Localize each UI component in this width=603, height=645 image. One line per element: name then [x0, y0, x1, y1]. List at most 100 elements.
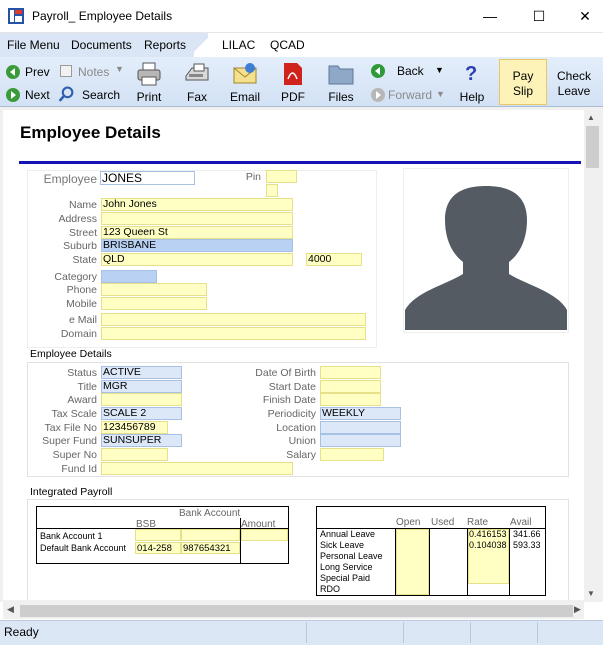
- help-button[interactable]: Help: [456, 90, 488, 104]
- bsb-field-default[interactable]: 014-258: [135, 542, 181, 554]
- bank-table-col-divider: [240, 518, 241, 564]
- check-leave-button[interactable]: Check: [552, 69, 596, 83]
- pdf-button[interactable]: PDF: [277, 90, 309, 104]
- page-title: Employee Details: [20, 123, 161, 142]
- print-button[interactable]: Print: [133, 90, 165, 104]
- leave-open-column-fields[interactable]: [396, 529, 429, 595]
- app-icon: [8, 8, 24, 24]
- postcode-field[interactable]: 4000: [306, 253, 362, 266]
- prev-button[interactable]: Prev: [25, 65, 50, 79]
- mobile-field[interactable]: [101, 297, 207, 310]
- payslip-label-line1: Pay: [512, 69, 534, 83]
- phone-field[interactable]: [101, 283, 207, 296]
- forward-arrow-icon: [371, 88, 385, 102]
- account-field-default[interactable]: 987654321: [181, 542, 240, 554]
- menu-file[interactable]: File Menu: [7, 38, 60, 52]
- super-fund-field[interactable]: SUNSUPER: [101, 434, 182, 447]
- menu-reports[interactable]: Reports: [144, 38, 186, 52]
- status-field[interactable]: ACTIVE: [101, 366, 182, 379]
- scroll-left-icon[interactable]: ◀: [7, 604, 14, 615]
- category-label: Category: [54, 271, 97, 283]
- email-button[interactable]: Email: [226, 90, 264, 104]
- back-dropdown-icon[interactable]: ▼: [435, 65, 444, 75]
- finish-date-field[interactable]: [320, 393, 381, 406]
- location-label: Location: [276, 422, 316, 434]
- address-field[interactable]: [101, 212, 293, 225]
- pdf-icon: [284, 63, 302, 85]
- tax-scale-label: Tax Scale: [51, 408, 97, 420]
- tax-scale-field[interactable]: SCALE 2: [101, 407, 182, 420]
- fund-id-label: Fund Id: [61, 463, 97, 475]
- files-button[interactable]: Files: [324, 90, 358, 104]
- super-fund-label: Super Fund: [42, 435, 97, 447]
- avail-header: Avail: [510, 517, 532, 528]
- annual-rate-value: 0.416153: [469, 529, 507, 539]
- scroll-down-icon[interactable]: ▼: [587, 589, 595, 598]
- bsb-field-1[interactable]: [135, 529, 181, 541]
- notes-checkbox-icon: [60, 65, 72, 77]
- domain-label: Domain: [60, 328, 97, 340]
- minimize-button[interactable]: —: [467, 0, 513, 32]
- vertical-scrollbar[interactable]: [584, 110, 601, 600]
- suburb-field[interactable]: BRISBANE: [101, 239, 293, 252]
- forward-dropdown-icon[interactable]: ▼: [436, 89, 445, 99]
- mobile-label: Mobile: [66, 298, 97, 310]
- leave-row-long-service: Long Service: [320, 562, 373, 572]
- leave-col-divider-2: [429, 528, 430, 596]
- vertical-scroll-thumb[interactable]: [586, 126, 599, 168]
- sick-avail-value: 593.33: [513, 540, 541, 550]
- union-field[interactable]: [320, 434, 401, 447]
- folder-icon: [328, 65, 354, 85]
- arrow-left-icon: [6, 65, 20, 79]
- amount-field-1[interactable]: [241, 529, 288, 541]
- pin-extra-field[interactable]: [266, 184, 278, 197]
- maximize-button[interactable]: ☐: [516, 0, 562, 32]
- fax-button[interactable]: Fax: [181, 90, 213, 104]
- category-field[interactable]: [101, 270, 157, 283]
- periodicity-field[interactable]: WEEKLY: [320, 407, 401, 420]
- dob-field[interactable]: [320, 366, 381, 379]
- fund-id-field[interactable]: [101, 462, 293, 475]
- salary-field[interactable]: [320, 448, 384, 461]
- tax-file-field[interactable]: 123456789: [101, 421, 168, 434]
- back-button[interactable]: Back: [397, 64, 424, 78]
- award-field[interactable]: [101, 393, 182, 406]
- start-date-field[interactable]: [320, 380, 381, 393]
- state-field[interactable]: QLD: [101, 253, 293, 266]
- horizontal-scroll-thumb[interactable]: [20, 605, 573, 617]
- close-button[interactable]: ✕: [562, 0, 603, 32]
- menu-qcad[interactable]: QCAD: [270, 38, 305, 52]
- start-date-label: Start Date: [268, 381, 316, 393]
- search-button[interactable]: Search: [82, 88, 120, 102]
- street-field[interactable]: 123 Queen St: [101, 226, 293, 239]
- menu-lilac[interactable]: LILAC: [222, 38, 255, 52]
- suburb-label: Suburb: [63, 240, 97, 252]
- pin-field[interactable]: [266, 170, 297, 183]
- scroll-up-icon[interactable]: ▲: [587, 113, 595, 122]
- default-bank-account-label: Default Bank Account: [40, 543, 127, 553]
- employee-photo-placeholder[interactable]: [405, 170, 567, 330]
- email-field[interactable]: [101, 313, 366, 326]
- name-field[interactable]: John Jones: [101, 198, 293, 211]
- rate-header: Rate: [467, 517, 489, 528]
- window-title: Payroll_ Employee Details: [32, 9, 173, 23]
- menu-separator: [194, 33, 208, 57]
- employee-code-field[interactable]: JONES: [100, 171, 195, 185]
- status-divider-1: [306, 622, 307, 643]
- scroll-right-icon[interactable]: ▶: [574, 604, 581, 615]
- payslip-label-line2: Slip: [512, 84, 533, 98]
- domain-field[interactable]: [101, 327, 366, 340]
- account-field-1[interactable]: [181, 529, 240, 541]
- leave-row-rdo: RDO: [320, 584, 340, 594]
- menu-documents[interactable]: Documents: [71, 38, 132, 52]
- fax-icon: [185, 63, 209, 81]
- forward-button[interactable]: Forward: [388, 88, 432, 102]
- notes-dropdown-icon[interactable]: ▼: [115, 64, 124, 74]
- arrow-right-icon: [6, 88, 20, 102]
- title-field[interactable]: MGR: [101, 380, 182, 393]
- next-button[interactable]: Next: [25, 88, 50, 102]
- notes-button[interactable]: Notes: [78, 65, 109, 79]
- super-no-field[interactable]: [101, 448, 168, 461]
- award-label: Award: [67, 394, 97, 406]
- location-field[interactable]: [320, 421, 401, 434]
